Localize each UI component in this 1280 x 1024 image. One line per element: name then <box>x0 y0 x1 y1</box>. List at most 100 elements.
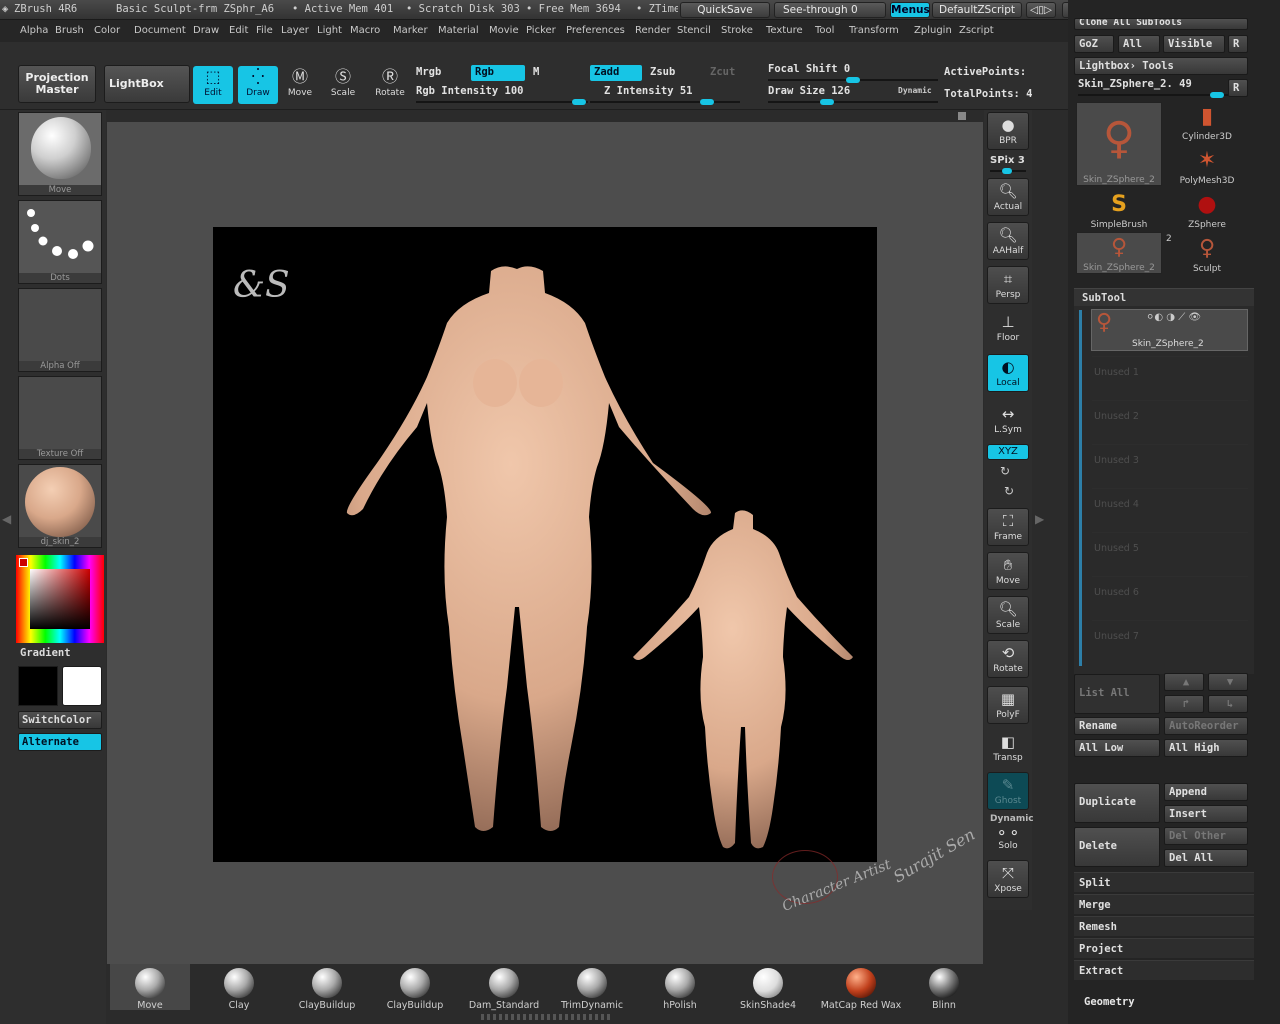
subtool-slot-4[interactable]: Unused 4 <box>1092 488 1248 530</box>
subtool-slot-6[interactable]: Unused 6 <box>1092 576 1248 618</box>
material-matcap-red-wax[interactable]: MatCap Red Wax <box>816 964 906 1011</box>
lightbox-tools-button[interactable]: Lightbox› Tools <box>1074 57 1248 75</box>
color-picker[interactable] <box>16 555 104 643</box>
spix-label[interactable]: SPix 3 <box>990 155 1025 166</box>
merge-section[interactable]: Merge <box>1074 894 1254 914</box>
split-section[interactable]: Split <box>1074 872 1254 892</box>
transp-button[interactable]: ◧ Transp <box>987 730 1029 768</box>
material-thumbnail[interactable]: dj_skin_2 <box>18 464 102 548</box>
tool-skin-zsphere-2-alt[interactable]: ♀︎ Skin_ZSphere_2 <box>1076 232 1162 274</box>
current-tool-slider[interactable] <box>1078 92 1228 98</box>
duplicate-button[interactable]: Duplicate <box>1074 783 1160 823</box>
frame-button[interactable]: ⛶ Frame <box>987 508 1029 546</box>
persp-button[interactable]: ⌗ Persp <box>987 266 1029 304</box>
clone-all-subtools-button[interactable]: Clone All SubTools <box>1074 18 1248 30</box>
menu-picker[interactable]: Picker <box>526 25 556 36</box>
rgb-intensity-slider[interactable] <box>416 99 588 105</box>
subtool-slot-7[interactable]: Unused 7 <box>1092 620 1248 662</box>
color-saturation-square[interactable] <box>30 569 90 629</box>
extract-section[interactable]: Extract <box>1074 960 1254 980</box>
local-button[interactable]: ◐ Local <box>987 354 1029 392</box>
append-button[interactable]: Append <box>1164 783 1248 801</box>
brush-move[interactable]: Move <box>110 964 190 1011</box>
brush-claybuildup[interactable]: ClayBuildup <box>287 964 367 1011</box>
menu-file[interactable]: File <box>256 25 273 36</box>
menu-zplugin[interactable]: Zplugin <box>914 25 952 36</box>
del-other-button[interactable]: Del Other <box>1164 827 1248 845</box>
scale-view-button[interactable]: 🔍︎ Scale <box>987 596 1029 634</box>
goz-button[interactable]: GoZ <box>1074 35 1114 53</box>
autoreorder-button[interactable]: AutoReorder <box>1164 717 1248 735</box>
move-up-alt-icon[interactable]: ↱ <box>1164 695 1204 713</box>
aahalf-button[interactable]: 🔍︎ AAHalf <box>987 222 1029 260</box>
brush-claybuildup-2[interactable]: ClayBuildup <box>375 964 455 1011</box>
brush-shelf-scroll-handle[interactable] <box>481 1014 611 1020</box>
lightbox-button[interactable]: LightBox <box>104 65 190 103</box>
m-button[interactable]: M <box>533 66 539 78</box>
project-section[interactable]: Project <box>1074 938 1254 958</box>
xyz-button[interactable]: XYZ <box>987 444 1029 460</box>
left-tray-arrow-icon[interactable]: ◀ <box>2 512 11 526</box>
menu-texture[interactable]: Texture <box>766 25 803 36</box>
back-body-model[interactable] <box>633 510 853 849</box>
rename-button[interactable]: Rename <box>1074 717 1160 735</box>
all-low-button[interactable]: All Low <box>1074 739 1160 757</box>
xpose-button[interactable]: ⤧ Xpose <box>987 860 1029 898</box>
menu-preferences[interactable]: Preferences <box>566 25 625 36</box>
gradient-label[interactable]: Gradient <box>20 647 71 659</box>
subtool-slot-2[interactable]: Unused 2 <box>1092 400 1248 442</box>
draw-size-slider[interactable] <box>768 99 938 105</box>
brush-thumbnail[interactable]: Move <box>18 112 102 196</box>
layout-toggle-icon[interactable]: ◁▯▷ <box>1026 2 1056 18</box>
move-button[interactable]: Ⓜ Move <box>280 66 320 104</box>
goz-visible-button[interactable]: Visible <box>1163 35 1225 53</box>
floor-button[interactable]: ⊥ Floor <box>987 310 1029 348</box>
solo-button[interactable]: ⚬⚬ Solo <box>987 824 1029 856</box>
zsub-button[interactable]: Zsub <box>650 66 675 78</box>
secondary-color-swatch[interactable] <box>18 666 58 706</box>
menu-marker[interactable]: Marker <box>393 25 428 36</box>
alternate-button[interactable]: Alternate <box>18 733 102 751</box>
draw-size-label[interactable]: Draw Size 126 <box>768 85 850 97</box>
menu-color[interactable]: Color <box>94 25 120 36</box>
menu-layer[interactable]: Layer <box>281 25 309 36</box>
scale-button[interactable]: Ⓢ Scale <box>323 66 363 104</box>
current-tool-slider-label[interactable]: Skin_ZSphere_2. 49 <box>1078 78 1192 90</box>
goz-all-button[interactable]: All <box>1118 35 1160 53</box>
spix-slider[interactable] <box>990 168 1026 174</box>
draw-button[interactable]: ⁛ Draw <box>238 66 278 104</box>
mrgb-button[interactable]: Mrgb <box>416 66 441 78</box>
subtool-slot-1[interactable]: Unused 1 <box>1092 356 1248 398</box>
bpr-button[interactable]: ● BPR <box>987 112 1029 150</box>
see-through-slider[interactable]: See-through 0 <box>774 2 886 18</box>
polyf-button[interactable]: ▦ PolyF <box>987 686 1029 724</box>
subtool-active-row[interactable]: ♀︎ ⚪︎◐ ◑ ⟋ 👁︎ Skin_ZSphere_2 <box>1091 309 1248 351</box>
z-intensity-slider[interactable] <box>590 99 740 105</box>
rotate-y-icon[interactable]: ↻ <box>1000 464 1010 478</box>
geometry-section[interactable]: Geometry <box>1084 996 1135 1008</box>
rotate-button[interactable]: Ⓡ Rotate <box>370 66 410 104</box>
subtool-visibility-icon[interactable]: ⚪︎◐ ◑ ⟋ 👁︎ <box>1146 312 1201 323</box>
rgb-button[interactable]: Rgb <box>471 65 525 81</box>
material-skinshade4[interactable]: SkinShade4 <box>728 964 808 1011</box>
quicksave-button[interactable]: QuickSave <box>680 2 770 18</box>
default-zscript-button[interactable]: DefaultZScript <box>932 2 1022 18</box>
stroke-thumbnail[interactable]: Dots <box>18 200 102 284</box>
insert-button[interactable]: Insert <box>1164 805 1248 823</box>
front-body-model[interactable] <box>346 266 712 831</box>
material-blinn[interactable]: Blinn <box>904 964 984 1011</box>
tool-skin-zsphere-2[interactable]: ♀︎ Skin_ZSphere_2 <box>1076 102 1162 186</box>
texture-thumbnail[interactable]: Texture Off <box>18 376 102 460</box>
zadd-button[interactable]: Zadd <box>590 65 642 81</box>
goz-r-button[interactable]: R <box>1228 35 1248 53</box>
brush-trimdynamic[interactable]: TrimDynamic <box>552 964 632 1011</box>
menus-button[interactable]: Menus <box>890 2 930 18</box>
rgb-intensity-label[interactable]: Rgb Intensity 100 <box>416 85 523 97</box>
main-color-swatch[interactable] <box>62 666 102 706</box>
canvas-corner-icon[interactable] <box>958 112 966 120</box>
tool-zsphere[interactable]: ● ZSphere <box>1164 190 1250 232</box>
menu-alpha[interactable]: Alpha <box>20 25 48 36</box>
viewport[interactable]: &S <box>213 227 877 862</box>
brush-clay[interactable]: Clay <box>199 964 279 1011</box>
tool-polymesh3d[interactable]: ✶ PolyMesh3D <box>1164 146 1250 188</box>
